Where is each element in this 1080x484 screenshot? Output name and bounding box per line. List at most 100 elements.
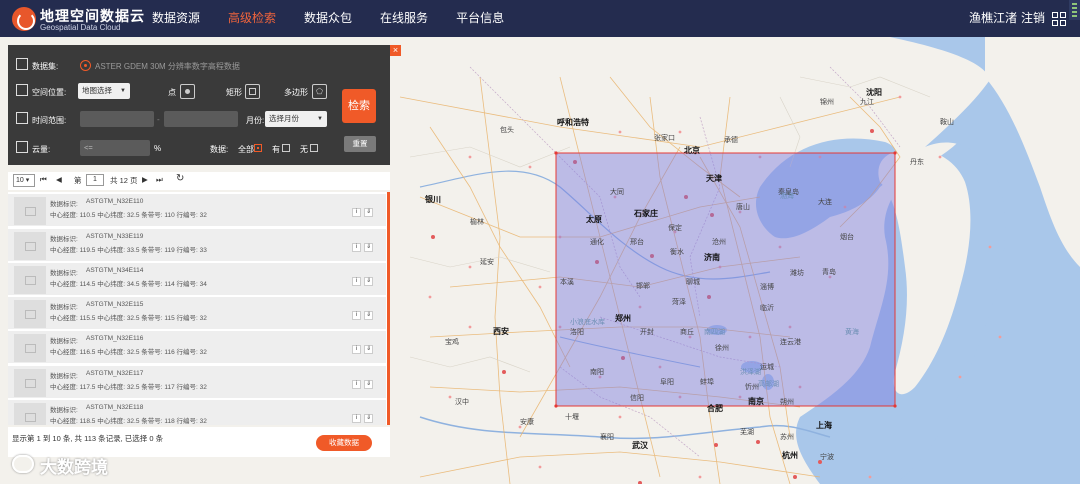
nav-platform-info[interactable]: 平台信息 xyxy=(456,0,504,37)
list-item[interactable]: 数据标识: ASTGTM_N32E115 中心经度: 115.5 中心纬度: 3… xyxy=(8,297,386,331)
map-label-small: 通化 xyxy=(590,239,604,246)
result-scrollbar[interactable] xyxy=(387,192,390,425)
map-label-small: 沧州 xyxy=(712,239,726,246)
rectangle-tool-button[interactable] xyxy=(245,84,260,99)
dataset-name[interactable]: ASTER GDEM 30M 分辨率数字高程数据 xyxy=(95,61,240,72)
location-select[interactable]: 地图选择 ▼ xyxy=(78,83,130,99)
thumbnail-image-icon[interactable] xyxy=(14,369,46,397)
prev-page-icon[interactable]: ◀ xyxy=(56,175,62,184)
collect-data-button[interactable]: 收藏数据 xyxy=(316,435,372,451)
info-icon[interactable]: i xyxy=(352,380,361,389)
user-name-link[interactable]: 渔樵江渚 xyxy=(969,0,1017,37)
nav-data-resources[interactable]: 数据资源 xyxy=(152,0,200,37)
reset-button[interactable]: 重置 xyxy=(344,136,376,152)
polygon-tool-button[interactable]: ⬠ xyxy=(312,84,327,99)
month-select[interactable]: 选择月份 ▼ xyxy=(265,111,327,127)
download-icon[interactable]: ⇓ xyxy=(364,345,373,354)
result-list: 数据标识: ASTGTM_N32E110 中心经度: 110.5 中心纬度: 3… xyxy=(8,192,390,425)
info-icon[interactable]: i xyxy=(352,311,361,320)
map-label-small: 运城 xyxy=(760,364,774,371)
info-icon[interactable]: i xyxy=(352,243,361,252)
nav-advanced-search[interactable]: 高级检索 xyxy=(228,0,276,37)
data-no-checkbox[interactable] xyxy=(310,144,318,152)
location-select-value: 地图选择 xyxy=(82,86,112,95)
logout-link[interactable]: 注销 xyxy=(1021,0,1045,37)
info-icon[interactable]: i xyxy=(352,345,361,354)
time-label: 时间范围: xyxy=(32,116,67,125)
watermark-logo-icon xyxy=(12,455,34,473)
item-id: ASTGTM_N32E118 xyxy=(86,404,144,411)
last-page-icon[interactable]: ⏭ xyxy=(156,175,163,185)
start-date-input[interactable] xyxy=(80,111,154,127)
info-icon[interactable]: i xyxy=(352,414,361,423)
map-label-small: 丹东 xyxy=(910,159,924,166)
search-button[interactable]: 检索 xyxy=(342,89,376,123)
download-icon[interactable]: ⇓ xyxy=(364,414,373,423)
thumbnail-image-icon[interactable] xyxy=(14,266,46,294)
list-item[interactable]: 数据标识: ASTGTM_N32E118 中心经度: 118.5 中心纬度: 3… xyxy=(8,400,386,425)
map-label-jinan: 济南 xyxy=(704,253,720,262)
search-panel: 数据集: ASTER GDEM 30M 分辨率数字高程数据 空间位置: 地图选择… xyxy=(8,45,390,165)
data-yes-label: 有 xyxy=(272,145,280,154)
next-page-icon[interactable]: ▶ xyxy=(142,175,148,184)
map-label-small: 聊城 xyxy=(686,279,700,286)
apps-grid-icon[interactable] xyxy=(1052,12,1066,26)
time-row: 时间范围: - 月份: 选择月份 ▼ xyxy=(16,110,336,130)
pagination-bar: 10 ▾ ⏮ ◀ 第 1 共 12 页 ▶ ⏭ ↻ xyxy=(8,172,390,190)
nav-online-services[interactable]: 在线服务 xyxy=(380,0,428,37)
download-icon[interactable]: ⇓ xyxy=(364,208,373,217)
dataset-radio[interactable] xyxy=(80,60,91,71)
data-all-checkbox[interactable] xyxy=(254,144,262,152)
list-item[interactable]: 数据标识: ASTGTM_N32E110 中心经度: 110.5 中心纬度: 3… xyxy=(8,194,386,228)
map-label-small: 延安 xyxy=(480,259,494,266)
item-meta: 中心经度: 114.5 中心纬度: 34.5 条带号: 114 行编号: 34 xyxy=(50,281,207,288)
map-label-xiaolangdi-reservoir: 小浪底水库 xyxy=(570,319,605,326)
map-label-small: 大同 xyxy=(610,189,624,196)
end-date-input[interactable] xyxy=(164,111,238,127)
info-icon[interactable]: i xyxy=(352,208,361,217)
page-size-select[interactable]: 10 ▾ xyxy=(13,174,35,187)
download-icon[interactable]: ⇓ xyxy=(364,380,373,389)
list-item[interactable]: 数据标识: ASTGTM_N32E117 中心经度: 117.5 中心纬度: 3… xyxy=(8,366,386,400)
info-icon[interactable]: i xyxy=(352,277,361,286)
thumbnail-image-icon[interactable] xyxy=(14,232,46,260)
logo-subtitle: Geospatial Data Cloud xyxy=(40,23,121,32)
logo-icon xyxy=(12,7,36,31)
first-page-icon[interactable]: ⏮ xyxy=(40,175,47,185)
map-label-small: 芜湖 xyxy=(740,429,754,436)
thumbnail-image-icon[interactable] xyxy=(14,334,46,362)
download-icon[interactable]: ⇓ xyxy=(364,311,373,320)
map-label-small: 潍坊 xyxy=(790,270,804,277)
side-tab-icon[interactable] xyxy=(1069,0,1080,20)
list-item[interactable]: 数据标识: ASTGTM_N34E114 中心经度: 114.5 中心纬度: 3… xyxy=(8,263,386,297)
refresh-icon[interactable]: ↻ xyxy=(176,173,184,184)
page-number-input[interactable]: 1 xyxy=(86,174,104,186)
download-icon[interactable]: ⇓ xyxy=(364,243,373,252)
thumbnail-image-icon[interactable] xyxy=(14,403,46,425)
map-label-small: 烟台 xyxy=(840,234,854,241)
list-item[interactable]: 数据标识: ASTGTM_N33E119 中心经度: 119.5 中心纬度: 3… xyxy=(8,229,386,263)
download-icon[interactable]: ⇓ xyxy=(364,277,373,286)
list-item[interactable]: 数据标识: ASTGTM_N32E116 中心经度: 116.5 中心纬度: 3… xyxy=(8,331,386,365)
thumbnail-image-icon[interactable] xyxy=(14,300,46,328)
polygon-label: 多边形 xyxy=(284,88,308,97)
map-label-gaoyou-lake: 高邮湖 xyxy=(758,381,779,388)
map-label-nanjing: 南京 xyxy=(748,397,764,406)
item-meta: 中心经度: 116.5 中心纬度: 32.5 条带号: 116 行编号: 32 xyxy=(50,349,207,356)
map-label-taiyuan: 太原 xyxy=(586,215,602,224)
close-panel-icon[interactable]: × xyxy=(390,45,401,56)
item-meta: 中心经度: 115.5 中心纬度: 32.5 条带号: 115 行编号: 32 xyxy=(50,315,207,322)
thumbnail-image-icon[interactable] xyxy=(14,197,46,225)
watermark-text: 大数跨境 xyxy=(40,458,108,477)
map-label-small: 榆林 xyxy=(470,219,484,226)
map-label-yinchuan: 银川 xyxy=(425,195,441,204)
site-logo[interactable]: 地理空间数据云 Geospatial Data Cloud xyxy=(12,5,144,33)
point-tool-button[interactable] xyxy=(180,84,195,99)
nav-crowdsourcing[interactable]: 数据众包 xyxy=(304,0,352,37)
cloud-input[interactable]: <= xyxy=(80,140,150,156)
dataset-label: 数据集: xyxy=(32,62,59,71)
map-label-small: 承德 xyxy=(724,137,738,144)
item-id-label: 数据标识: xyxy=(50,270,78,277)
map-label-small: 信阳 xyxy=(630,395,644,402)
data-yes-checkbox[interactable] xyxy=(282,144,290,152)
